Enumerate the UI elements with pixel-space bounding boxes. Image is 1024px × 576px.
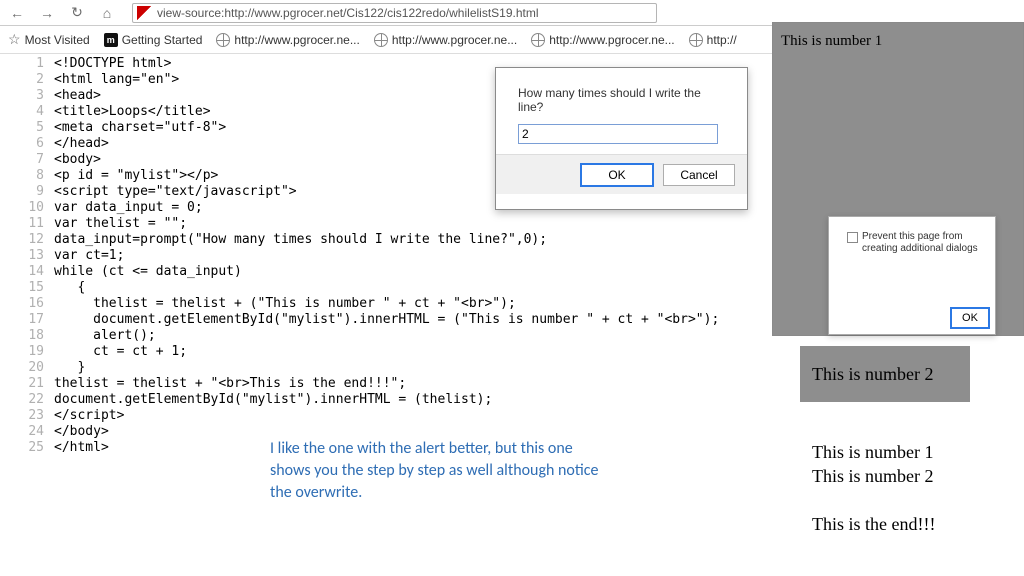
output-end: This is the end!!! [812, 512, 935, 536]
line-number: 16 [20, 296, 44, 312]
code-line-text: <meta charset="utf-8"> [54, 120, 226, 136]
code-line-text: <p id = "mylist"></p> [54, 168, 218, 184]
line-number: 21 [20, 376, 44, 392]
bookmark-link-3[interactable]: http://www.pgrocer.ne... [531, 33, 674, 47]
line-number: 4 [20, 104, 44, 120]
prompt-input[interactable] [518, 124, 718, 144]
alert-panel-1: This is number 1 Prevent this page from … [772, 22, 1024, 336]
code-line-text: <body> [54, 152, 101, 168]
code-line-text: thelist = thelist + "<br>This is the end… [54, 376, 406, 392]
line-number: 13 [20, 248, 44, 264]
code-line-text: <script type="text/javascript"> [54, 184, 297, 200]
line-number: 5 [20, 120, 44, 136]
line-number: 3 [20, 88, 44, 104]
code-line-text: <head> [54, 88, 101, 104]
line-number: 6 [20, 136, 44, 152]
globe-icon [374, 33, 388, 47]
prevent-label: Prevent this page from creating addition… [862, 231, 987, 255]
bookmark-link-1[interactable]: http://www.pgrocer.ne... [216, 33, 359, 47]
prevent-checkbox[interactable] [847, 232, 858, 243]
code-line-text: </body> [54, 424, 109, 440]
code-line-text: ct = ct + 1; [54, 344, 187, 360]
bookmark-most-visited[interactable]: ☆Most Visited [8, 31, 90, 48]
code-line-text: while (ct <= data_input) [54, 264, 242, 280]
line-number: 17 [20, 312, 44, 328]
forward-icon[interactable]: → [38, 4, 56, 22]
line-number: 18 [20, 328, 44, 344]
mozilla-icon: m [104, 33, 118, 47]
back-icon[interactable]: ← [8, 4, 26, 22]
code-line-text: </head> [54, 136, 109, 152]
line-number: 24 [20, 424, 44, 440]
code-line-text: thelist = thelist + ("This is number " +… [54, 296, 516, 312]
line-number: 8 [20, 168, 44, 184]
prevent-dialog: Prevent this page from creating addition… [828, 216, 996, 335]
site-icon [137, 6, 151, 20]
globe-icon [689, 33, 703, 47]
code-line-text: } [54, 360, 85, 376]
code-line-text: <title>Loops</title> [54, 104, 211, 120]
alert-panel-2: This is number 2 [800, 346, 970, 402]
code-line-text: var ct=1; [54, 248, 124, 264]
line-number: 7 [20, 152, 44, 168]
line-number: 25 [20, 440, 44, 456]
alert-1-text: This is number 1 [773, 23, 1023, 50]
cancel-button[interactable]: Cancel [663, 164, 735, 186]
globe-icon [216, 33, 230, 47]
output-line-1: This is number 1 [812, 440, 935, 464]
line-number: 15 [20, 280, 44, 296]
line-number: 20 [20, 360, 44, 376]
line-number: 19 [20, 344, 44, 360]
line-number: 11 [20, 216, 44, 232]
line-number: 2 [20, 72, 44, 88]
bookmark-link-2[interactable]: http://www.pgrocer.ne... [374, 33, 517, 47]
code-line-text: <html lang="en"> [54, 72, 179, 88]
globe-icon [531, 33, 545, 47]
code-line-text: { [54, 280, 85, 296]
prompt-dialog: How many times should I write the line? … [495, 67, 748, 210]
code-line-text: document.getElementById("mylist").innerH… [54, 312, 719, 328]
output-line-2: This is number 2 [812, 464, 935, 488]
line-number: 10 [20, 200, 44, 216]
code-line-text: </script> [54, 408, 124, 424]
code-line-text: var data_input = 0; [54, 200, 203, 216]
ok-button[interactable]: OK [581, 164, 653, 186]
code-line-text: <!DOCTYPE html> [54, 56, 171, 72]
code-line-text: data_input=prompt("How many times should… [54, 232, 547, 248]
bookmark-link-4[interactable]: http:// [689, 33, 737, 47]
line-number: 1 [20, 56, 44, 72]
address-bar[interactable]: view-source:http://www.pgrocer.net/Cis12… [132, 3, 657, 23]
line-number: 22 [20, 392, 44, 408]
reload-icon[interactable]: ↻ [68, 4, 86, 22]
code-line-text: alert(); [54, 328, 156, 344]
line-number: 9 [20, 184, 44, 200]
final-output: This is number 1 This is number 2 This i… [812, 440, 935, 536]
line-number: 12 [20, 232, 44, 248]
alert-2-text: This is number 2 [812, 364, 934, 385]
url-text: view-source:http://www.pgrocer.net/Cis12… [157, 6, 539, 20]
line-number: 23 [20, 408, 44, 424]
line-number: 14 [20, 264, 44, 280]
annotation-text: I like the one with the alert better, bu… [270, 438, 600, 504]
prompt-question: How many times should I write the line? [518, 86, 729, 114]
alert-ok-button[interactable]: OK [951, 308, 989, 328]
star-icon: ☆ [8, 31, 21, 48]
bookmark-getting-started[interactable]: mGetting Started [104, 33, 203, 47]
code-line-text: var thelist = ""; [54, 216, 187, 232]
code-line-text: document.getElementById("mylist").innerH… [54, 392, 492, 408]
home-icon[interactable]: ⌂ [98, 4, 116, 22]
code-line-text: </html> [54, 440, 109, 456]
